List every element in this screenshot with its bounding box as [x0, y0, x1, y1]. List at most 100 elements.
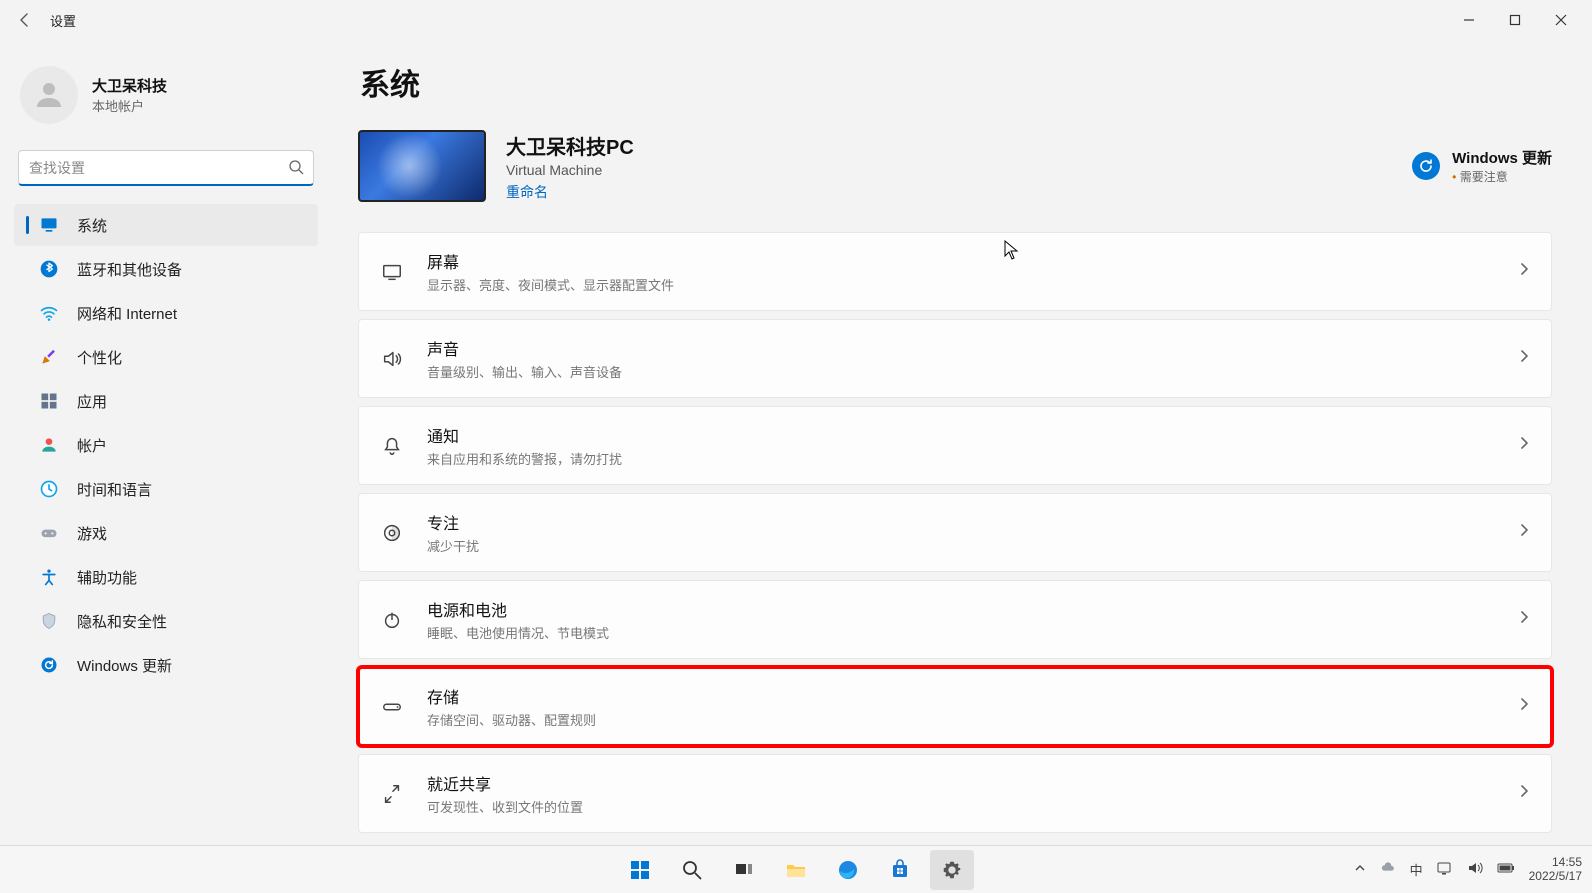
- titlebar: 设置: [0, 0, 1592, 40]
- nav-item-system[interactable]: 系统: [14, 204, 318, 246]
- sync-icon: [1412, 152, 1440, 180]
- row-desc: 来自应用和系统的警报，请勿打扰: [427, 449, 1495, 468]
- settings-row-power[interactable]: 电源和电池 睡眠、电池使用情况、节电模式: [358, 580, 1552, 659]
- row-title: 电源和电池: [427, 597, 1495, 621]
- search-icon: [288, 159, 304, 180]
- bluetooth-icon: [39, 259, 59, 279]
- start-button[interactable]: [618, 850, 662, 890]
- nav-label: 游戏: [77, 523, 107, 544]
- row-desc: 睡眠、电池使用情况、节电模式: [427, 623, 1495, 642]
- row-desc: 显示器、亮度、夜间模式、显示器配置文件: [427, 275, 1495, 294]
- nav-item-accessibility[interactable]: 辅助功能: [14, 556, 318, 598]
- nav-label: 时间和语言: [77, 479, 152, 500]
- device-name: 大卫呆科技PC: [506, 131, 634, 160]
- nav-label: 辅助功能: [77, 567, 137, 588]
- settings-row-storage[interactable]: 存储 存储空间、驱动器、配置规则: [358, 667, 1552, 746]
- chevron-right-icon: [1517, 610, 1531, 629]
- sound-icon: [379, 346, 405, 372]
- account-card[interactable]: 大卫呆科技 本地帐户: [14, 60, 318, 144]
- row-desc: 减少干扰: [427, 536, 1495, 555]
- network-icon: [39, 303, 59, 323]
- nav-label: 蓝牙和其他设备: [77, 259, 182, 280]
- nav-item-update[interactable]: Windows 更新: [14, 644, 318, 686]
- nav-label: 隐私和安全性: [77, 611, 167, 632]
- display-icon: [379, 259, 405, 285]
- network-icon[interactable]: [1437, 860, 1453, 879]
- apps-icon: [39, 391, 59, 411]
- system-icon: [39, 215, 59, 235]
- chevron-right-icon: [1517, 262, 1531, 281]
- gaming-icon: [39, 523, 59, 543]
- power-icon: [379, 607, 405, 633]
- microsoft-store[interactable]: [878, 850, 922, 890]
- windows-update-card[interactable]: Windows 更新 需要注意: [1412, 147, 1552, 185]
- close-button[interactable]: [1538, 4, 1584, 36]
- nav-label: 系统: [77, 215, 107, 236]
- time-icon: [39, 479, 59, 499]
- settings-row-notify[interactable]: 通知 来自应用和系统的警报，请勿打扰: [358, 406, 1552, 485]
- ime-indicator[interactable]: 中: [1410, 860, 1423, 879]
- personalize-icon: [39, 347, 59, 367]
- tray-chevron-icon[interactable]: [1354, 862, 1366, 877]
- nav-label: 网络和 Internet: [77, 303, 177, 324]
- device-row: 大卫呆科技PC Virtual Machine 重命名 Windows 更新 需…: [358, 130, 1552, 202]
- page-title: 系统: [360, 60, 1552, 104]
- search-input[interactable]: [18, 150, 314, 186]
- chevron-right-icon: [1517, 523, 1531, 542]
- rename-link[interactable]: 重命名: [506, 182, 634, 202]
- account-name: 大卫呆科技: [92, 75, 167, 96]
- notify-icon: [379, 433, 405, 459]
- row-title: 就近共享: [427, 771, 1495, 795]
- settings-row-nearby[interactable]: 就近共享 可发现性、收到文件的位置: [358, 754, 1552, 833]
- accounts-icon: [39, 435, 59, 455]
- row-title: 通知: [427, 423, 1495, 447]
- task-view[interactable]: [722, 850, 766, 890]
- chevron-right-icon: [1517, 697, 1531, 716]
- nav-item-network[interactable]: 网络和 Internet: [14, 292, 318, 334]
- volume-icon[interactable]: [1467, 860, 1483, 879]
- nav-label: 帐户: [77, 435, 107, 456]
- nav-item-apps[interactable]: 应用: [14, 380, 318, 422]
- search-wrap: [18, 150, 314, 186]
- nav-item-gaming[interactable]: 游戏: [14, 512, 318, 554]
- settings-app[interactable]: [930, 850, 974, 890]
- file-explorer[interactable]: [774, 850, 818, 890]
- nav-item-personalize[interactable]: 个性化: [14, 336, 318, 378]
- focus-icon: [379, 520, 405, 546]
- onedrive-icon[interactable]: [1380, 860, 1396, 879]
- chevron-right-icon: [1517, 436, 1531, 455]
- device-type: Virtual Machine: [506, 162, 634, 178]
- clock-time: 14:55: [1529, 856, 1582, 869]
- updates-sub: 需要注意: [1452, 168, 1552, 185]
- avatar: [20, 66, 78, 124]
- row-desc: 音量级别、输出、输入、声音设备: [427, 362, 1495, 381]
- content: 系统 大卫呆科技PC Virtual Machine 重命名 Windows 更…: [330, 40, 1592, 845]
- battery-icon[interactable]: [1497, 862, 1515, 877]
- settings-row-sound[interactable]: 声音 音量级别、输出、输入、声音设备: [358, 319, 1552, 398]
- row-title: 存储: [427, 684, 1495, 708]
- nav-label: 应用: [77, 391, 107, 412]
- taskbar: 中 14:55 2022/5/17: [0, 845, 1592, 893]
- nav-item-time[interactable]: 时间和语言: [14, 468, 318, 510]
- settings-row-focus[interactable]: 专注 减少干扰: [358, 493, 1552, 572]
- taskbar-search[interactable]: [670, 850, 714, 890]
- updates-title: Windows 更新: [1452, 147, 1552, 168]
- storage-icon: [379, 694, 405, 720]
- update-icon: [39, 655, 59, 675]
- row-desc: 存储空间、驱动器、配置规则: [427, 710, 1495, 729]
- clock[interactable]: 14:55 2022/5/17: [1529, 856, 1582, 882]
- row-title: 屏幕: [427, 249, 1495, 273]
- settings-row-display[interactable]: 屏幕 显示器、亮度、夜间模式、显示器配置文件: [358, 232, 1552, 311]
- row-desc: 可发现性、收到文件的位置: [427, 797, 1495, 816]
- nav-label: Windows 更新: [77, 655, 172, 676]
- back-button[interactable]: [8, 3, 42, 37]
- nav-item-bluetooth[interactable]: 蓝牙和其他设备: [14, 248, 318, 290]
- row-title: 专注: [427, 510, 1495, 534]
- device-thumbnail[interactable]: [358, 130, 486, 202]
- nav-item-accounts[interactable]: 帐户: [14, 424, 318, 466]
- window-title: 设置: [50, 11, 76, 30]
- maximize-button[interactable]: [1492, 4, 1538, 36]
- edge-browser[interactable]: [826, 850, 870, 890]
- nav-item-privacy[interactable]: 隐私和安全性: [14, 600, 318, 642]
- minimize-button[interactable]: [1446, 4, 1492, 36]
